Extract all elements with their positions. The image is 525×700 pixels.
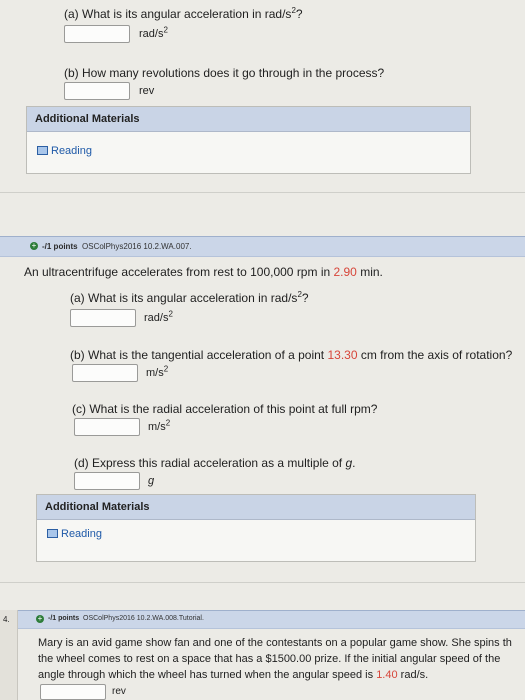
prev-part-a-unit: rad/s2 — [139, 25, 168, 40]
q3-part-d-unit: g — [148, 475, 155, 487]
q3-part-a-answer-field[interactable] — [70, 309, 136, 327]
section-divider — [0, 192, 525, 193]
q4-unit: rev — [112, 686, 126, 697]
q4-answer-field[interactable] — [40, 684, 106, 700]
question-4-code: OSColPhys2016 10.2.WA.008.Tutorial. — [83, 615, 204, 622]
question-3-stem: An ultracentrifuge accelerates from rest… — [24, 265, 383, 279]
q3-part-b-prompt: (b) What is the tangential acceleration … — [70, 348, 513, 362]
question-4-meta: -/1 points OSColPhys2016 10.2.WA.008.Tut… — [48, 615, 204, 622]
prev-part-b-unit: rev — [139, 85, 155, 97]
prev-additional-materials-title: Additional Materials — [35, 113, 140, 125]
plus-circle-icon[interactable]: + — [30, 242, 38, 250]
prev-part-a-answer-field[interactable] — [64, 25, 130, 43]
q3-part-b-answer-field[interactable] — [72, 364, 138, 382]
section-divider — [0, 582, 525, 583]
q3-reading-link[interactable]: Reading — [47, 528, 102, 540]
question-4-line-3: angle through which the wheel has turned… — [38, 669, 429, 681]
q3-part-d-answer-field[interactable] — [74, 472, 140, 490]
book-icon — [47, 529, 58, 538]
question-3-code: OSColPhys2016 10.2.WA.007. — [82, 242, 192, 251]
prev-reading-label: Reading — [51, 145, 92, 157]
q3-part-a-prompt: (a) What is its angular acceleration in … — [70, 290, 309, 306]
question-3-points: -/1 points — [42, 242, 78, 251]
question-4-number: 4. — [3, 615, 10, 624]
q3-part-d-prompt: (d) Express this radial acceleration as … — [74, 456, 356, 470]
q3-part-c-prompt: (c) What is the radial acceleration of t… — [72, 402, 378, 416]
q3-part-b-unit: m/s2 — [146, 364, 169, 379]
question-3-header: + -/1 points OSColPhys2016 10.2.WA.007. — [0, 236, 525, 257]
q3-additional-materials-title: Additional Materials — [45, 501, 150, 513]
q3-reading-label: Reading — [61, 528, 102, 540]
prev-part-b-prompt: (b) How many revolutions does it go thro… — [64, 66, 385, 80]
prev-reading-link[interactable]: Reading — [37, 145, 92, 157]
question-4-header: + -/1 points OSColPhys2016 10.2.WA.008.T… — [18, 610, 525, 629]
question-4-line-1: Mary is an avid game show fan and one of… — [38, 637, 512, 649]
plus-circle-icon[interactable]: + — [36, 615, 44, 623]
question-4-line-2: the wheel comes to rest on a space that … — [38, 653, 501, 665]
prev-part-a-prompt: (a) What is its angular acceleration in … — [64, 6, 303, 22]
question-3-meta: -/1 points OSColPhys2016 10.2.WA.007. — [42, 242, 192, 251]
q3-part-c-answer-field[interactable] — [74, 418, 140, 436]
question-4-points: -/1 points — [48, 615, 80, 622]
q3-part-a-unit: rad/s2 — [144, 309, 173, 324]
q3-part-c-unit: m/s2 — [148, 418, 171, 433]
book-icon — [37, 146, 48, 155]
question-4-number-cell: 4. — [0, 610, 18, 700]
prev-additional-materials-panel: Additional Materials Reading — [26, 106, 471, 174]
prev-part-b-answer-field[interactable] — [64, 82, 130, 100]
q3-additional-materials-panel: Additional Materials Reading — [36, 494, 476, 562]
